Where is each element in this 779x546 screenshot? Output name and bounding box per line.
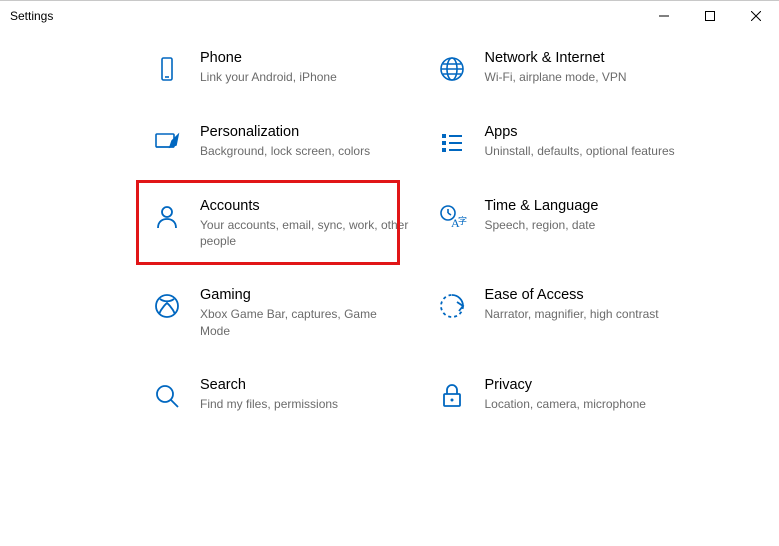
person-icon: [150, 200, 184, 234]
tile-accounts[interactable]: Accounts Your accounts, email, sync, wor…: [150, 198, 410, 249]
close-button[interactable]: [733, 1, 779, 31]
tile-desc: Uninstall, defaults, optional features: [485, 143, 675, 159]
tile-time-language[interactable]: A字 Time & Language Speech, region, date: [435, 198, 695, 249]
tile-title: Network & Internet: [485, 50, 627, 66]
tile-desc: Background, lock screen, colors: [200, 143, 370, 159]
tile-desc: Speech, region, date: [485, 217, 599, 233]
tile-desc: Your accounts, email, sync, work, other …: [200, 217, 410, 249]
tile-title: Apps: [485, 124, 675, 140]
window-controls: [641, 1, 779, 31]
list-icon: [435, 126, 469, 160]
tile-privacy[interactable]: Privacy Location, camera, microphone: [435, 377, 695, 413]
tile-title: Gaming: [200, 287, 410, 303]
tile-ease-of-access[interactable]: Ease of Access Narrator, magnifier, high…: [435, 287, 695, 338]
tile-personalization[interactable]: Personalization Background, lock screen,…: [150, 124, 410, 160]
svg-text:字: 字: [458, 215, 467, 226]
tile-title: Phone: [200, 50, 337, 66]
settings-home: Phone Link your Android, iPhone Network …: [0, 30, 779, 413]
tile-title: Time & Language: [485, 198, 599, 214]
titlebar: Settings: [0, 0, 779, 30]
tile-title: Personalization: [200, 124, 370, 140]
tile-search[interactable]: Search Find my files, permissions: [150, 377, 410, 413]
lock-icon: [435, 379, 469, 413]
time-language-icon: A字: [435, 200, 469, 234]
tile-apps[interactable]: Apps Uninstall, defaults, optional featu…: [435, 124, 695, 160]
tile-title: Privacy: [485, 377, 646, 393]
tile-desc: Location, camera, microphone: [485, 396, 646, 412]
tile-desc: Find my files, permissions: [200, 396, 338, 412]
settings-grid: Phone Link your Android, iPhone Network …: [0, 40, 779, 413]
tile-desc: Link your Android, iPhone: [200, 69, 337, 85]
tile-phone[interactable]: Phone Link your Android, iPhone: [150, 50, 410, 86]
xbox-icon: [150, 289, 184, 323]
tile-network[interactable]: Network & Internet Wi-Fi, airplane mode,…: [435, 50, 695, 86]
tile-desc: Xbox Game Bar, captures, Game Mode: [200, 306, 410, 338]
tile-desc: Wi-Fi, airplane mode, VPN: [485, 69, 627, 85]
tile-title: Accounts: [200, 198, 410, 214]
minimize-button[interactable]: [641, 1, 687, 31]
tile-title: Search: [200, 377, 338, 393]
phone-icon: [150, 52, 184, 86]
globe-icon: [435, 52, 469, 86]
maximize-button[interactable]: [687, 1, 733, 31]
ease-of-access-icon: [435, 289, 469, 323]
paintbrush-icon: [150, 126, 184, 160]
search-icon: [150, 379, 184, 413]
window-title: Settings: [0, 9, 53, 23]
tile-desc: Narrator, magnifier, high contrast: [485, 306, 659, 322]
tile-title: Ease of Access: [485, 287, 659, 303]
tile-gaming[interactable]: Gaming Xbox Game Bar, captures, Game Mod…: [150, 287, 410, 338]
